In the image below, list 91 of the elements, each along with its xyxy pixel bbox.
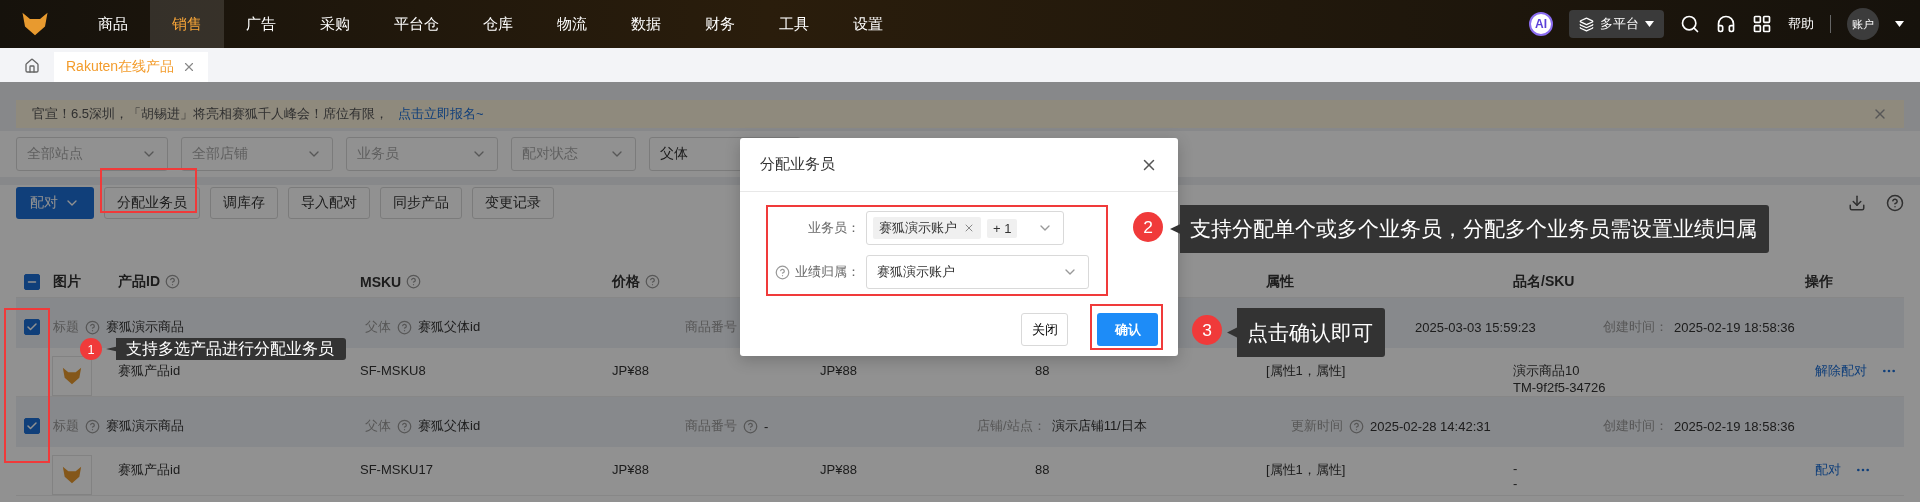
table-cell-text: JP¥88 [611,362,650,380]
table-cell-text: JP¥88 [819,461,858,479]
help-icon [85,319,100,335]
confirm-button[interactable]: 确认 [1097,313,1158,346]
nav-item[interactable]: 设置 [831,0,905,48]
selected-tag: 赛狐演示账户 [873,217,981,239]
platform-dropdown[interactable]: 多平台 [1569,10,1664,38]
headset-icon[interactable] [1716,14,1736,34]
select-value: 赛狐演示账户 [876,263,955,281]
field-value: 赛狐父体id [418,318,481,336]
column-header: 产品ID [118,272,160,291]
help-icon [743,418,758,434]
field-label: 业务员： [808,219,860,237]
nav-item[interactable]: 仓库 [461,0,535,48]
ai-badge[interactable]: AI [1529,12,1553,36]
select-all-checkbox[interactable] [24,273,40,290]
product-name: - [1513,461,1519,476]
toolbar-button[interactable]: 同步产品 [380,187,462,219]
product-sku: TM-9f2f5-34726 [1513,380,1607,395]
field-label: 业绩归属： [795,263,860,281]
nav-item[interactable]: 财务 [683,0,757,48]
table-cell-text: 88 [1034,461,1051,479]
toolbar-button[interactable]: 分配业务员 [104,187,200,219]
row-action-link[interactable]: 配对 [1815,461,1841,479]
field-value: 赛狐演示商品 [106,417,184,435]
caret-icon[interactable] [1895,21,1904,27]
check-icon [26,420,38,432]
field-value: 2025-02-19 18:58:36 [1674,418,1795,434]
help-icon [397,319,412,335]
field-value: 2025-02-19 18:58:36 [1674,319,1795,335]
grid-icon[interactable] [1752,14,1772,34]
remove-icon[interactable] [963,222,975,234]
table-cell-text: [属性1，属性] [1265,362,1347,380]
table-cell-text: 赛狐产品id [117,461,182,479]
caret-icon [1645,21,1654,27]
toolbar-button[interactable]: 变更记录 [472,187,554,219]
home-icon[interactable] [24,58,40,74]
field-value: 赛狐父体id [418,417,481,435]
nav-item[interactable]: 商品 [76,0,150,48]
field-value: - [764,418,769,434]
annotation-tooltip: 支持分配单个或多个业务员，分配多个业务员需设置业绩归属 [1170,205,1769,253]
product-sku: - [1513,476,1519,491]
account-avatar[interactable]: 账户 [1847,8,1879,40]
help-icon[interactable] [1886,194,1904,212]
field-value: 赛狐演示商品 [106,318,184,336]
fox-logo-icon [61,464,83,486]
select-field[interactable]: 赛狐演示账户 + 1 [866,211,1064,245]
table-cell-text: JP¥88 [819,362,858,380]
column-header: 价格 [612,272,640,291]
check-icon [26,321,38,333]
toolbar-button[interactable]: 导入配对 [288,187,370,219]
table-cell-text: 88 [1034,362,1051,380]
help-icon [397,418,412,434]
fox-logo-icon [61,365,83,387]
column-header: 属性 [1266,272,1294,291]
more-tag: + 1 [987,218,1018,238]
help-icon [85,418,100,434]
select-field[interactable]: 赛狐演示账户 [866,255,1089,289]
cancel-button[interactable]: 关闭 [1021,313,1068,346]
column-header: MSKU [360,273,402,290]
layers-icon [1579,16,1594,32]
table-cell-text: JP¥88 [611,461,650,479]
field-value: 演示店铺11/日本 [1051,417,1147,435]
help-icon [1349,418,1364,434]
field-value: 2025-03-03 15:59:23 [1415,319,1536,335]
nav-item[interactable]: 销售 [150,0,224,48]
nav-item[interactable]: 平台仓 [372,0,461,48]
column-header: 图片 [53,272,81,291]
search-icon[interactable] [1680,14,1700,34]
download-icon[interactable] [1848,194,1866,212]
table-cell-text: SF-MSKU8 [359,362,427,380]
column-header: 操作 [1805,272,1833,291]
nav-item[interactable]: 物流 [535,0,609,48]
match-button[interactable]: 配对 [16,187,94,219]
nav-item[interactable]: 广告 [224,0,298,48]
nav-item[interactable]: 采购 [298,0,372,48]
table-cell-text: [属性1，属性] [1265,461,1347,479]
help-link[interactable]: 帮助 [1788,15,1814,33]
table-cell-text: SF-MSKU17 [359,461,434,479]
nav-item[interactable]: 数据 [609,0,683,48]
field-value: 2025-02-28 14:42:31 [1370,418,1491,434]
notice-text: 官宣！6.5深圳，「胡锡进」将亮相赛狐千人峰会！席位有限， [32,105,389,123]
row-checkbox[interactable] [24,319,40,335]
toolbar-button[interactable]: 调库存 [210,187,278,219]
product-name: 演示商品10 [1513,362,1581,380]
annotation-tooltip: 点击确认即可 [1227,308,1385,357]
nav-item[interactable]: 工具 [757,0,831,48]
row-action-link[interactable]: 解除配对 [1815,362,1867,380]
row-checkbox[interactable] [24,418,40,434]
table-cell-text: 赛狐产品id [117,362,182,380]
column-header: 品名/SKU [1513,272,1575,291]
